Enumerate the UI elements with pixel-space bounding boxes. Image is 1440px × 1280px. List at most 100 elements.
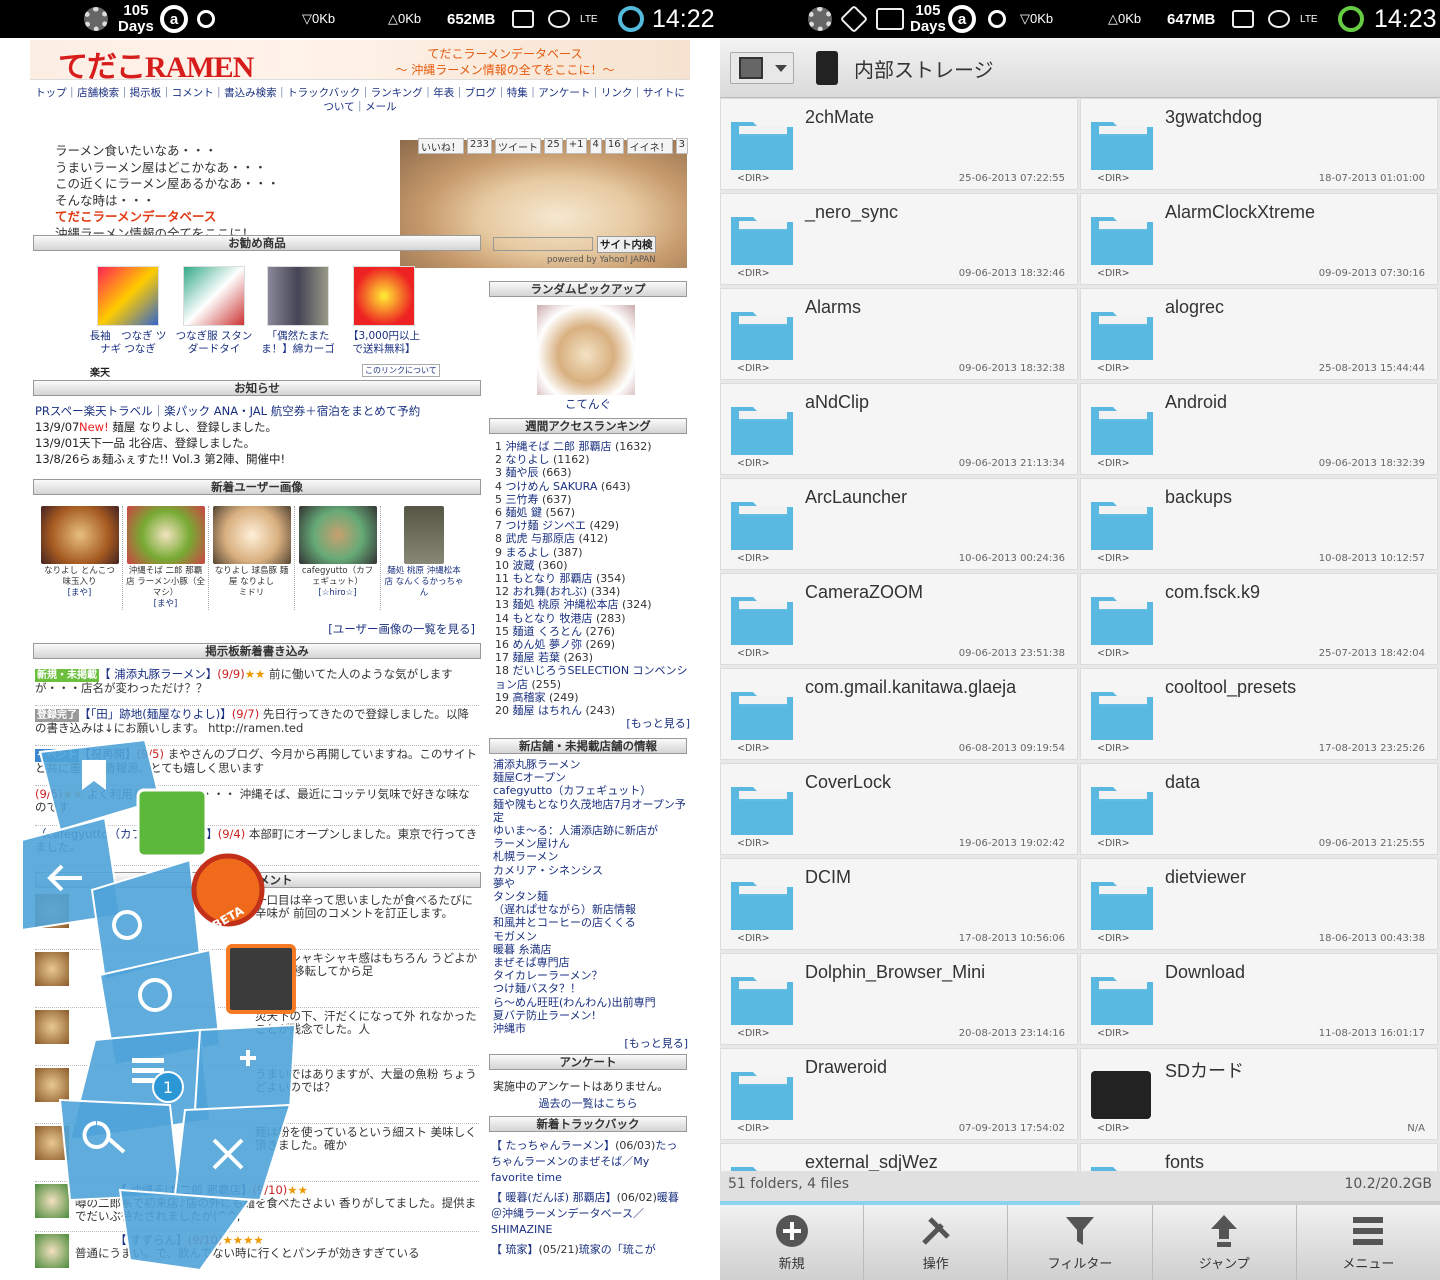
rank-shop-name[interactable]: まるよし — [506, 546, 550, 559]
trackback-item[interactable]: 【 暖暮(だんぼ) 那覇店】(06/02)暖暮＠沖縄ラーメンデータベース／SHI… — [491, 1190, 687, 1238]
folder-item[interactable]: ArcLauncher <DIR> 10-06-2013 00:24:36 — [720, 478, 1078, 570]
evernote-elephant-icon[interactable] — [136, 788, 208, 858]
folder-item[interactable]: data <DIR> 09-06-2013 21:25:55 — [1080, 763, 1438, 855]
trackback-title[interactable]: 【 琉家】 — [491, 1243, 539, 1256]
shop-link[interactable]: 夏バテ防止ラーメン! — [493, 1009, 688, 1022]
social-button[interactable]: いいね！ — [417, 138, 464, 154]
rank-shop-name[interactable]: なりよし — [506, 453, 550, 466]
rank-shop-name[interactable]: だいじろうSELECTION コンベンション店 — [495, 664, 688, 690]
rank-shop-name[interactable]: 麺処 鍵 — [506, 506, 543, 519]
rank-shop-name[interactable]: つけめん SAKURA — [506, 480, 598, 493]
ranking-item[interactable]: 18 だいじろうSELECTION コンベンション店 (255) — [495, 664, 690, 690]
social-button[interactable]: 25 — [544, 138, 563, 154]
shop-link[interactable]: 沖縄市 — [493, 1022, 688, 1035]
ranking-item[interactable]: 9 まるよし (387) — [495, 546, 690, 559]
folder-item[interactable]: SDカード <DIR> N/A — [1080, 1048, 1438, 1140]
folder-item[interactable]: alogrec <DIR> 25-08-2013 15:44:44 — [1080, 288, 1438, 380]
folder-item[interactable]: _nero_sync <DIR> 09-06-2013 18:32:46 — [720, 193, 1078, 285]
affiliate-link[interactable]: このリンクについて — [362, 364, 440, 377]
breadcrumb[interactable]: 内部ストレージ — [816, 50, 994, 86]
folder-item[interactable]: aNdClip <DIR> 09-06-2013 21:13:34 — [720, 383, 1078, 475]
trackback-title[interactable]: 【 暖暮(だんぼ) 那覇店】 — [491, 1191, 617, 1204]
news-item[interactable]: 13/8/26らぁ麺ふぇすた!! Vol.3 第2陣、開催中! — [35, 451, 485, 467]
social-button[interactable]: 16 — [604, 138, 624, 154]
social-button[interactable]: +1 — [565, 138, 587, 154]
product-item[interactable]: つなぎ服 スタンダードタイ — [174, 266, 254, 356]
rank-shop-name[interactable]: つけ麺 ジンベエ — [506, 519, 587, 532]
rank-shop-name[interactable]: 波蔵 — [513, 559, 535, 572]
ranking-item[interactable]: 14 もとなり 牧港店 (283) — [495, 612, 690, 625]
shop-link[interactable]: ら～めん旺旺(わんわん)出前専門 — [493, 996, 688, 1009]
rakuten-logo[interactable]: 楽天 — [90, 364, 110, 379]
random-pick-caption[interactable]: こてんぐ — [489, 396, 687, 412]
ranking-item[interactable]: 5 三竹寿 (637) — [495, 493, 690, 506]
jump-button[interactable]: ジャンプ — [1153, 1205, 1297, 1280]
rank-shop-name[interactable]: 麺処 桃原 沖縄松本店 — [513, 598, 619, 611]
social-button[interactable]: ツイート — [495, 138, 542, 154]
shop-link[interactable]: cafegyutto（カフェギュット） — [493, 784, 688, 797]
rank-shop-name[interactable]: 麺や辰 — [506, 466, 539, 479]
network-app-icon[interactable] — [226, 944, 296, 1014]
rank-shop-name[interactable]: もとなり 那覇店 — [513, 572, 593, 585]
breadcrumb-location[interactable]: 内部ストレージ — [854, 54, 994, 83]
operations-button[interactable]: 操作 — [864, 1205, 1009, 1280]
folder-item[interactable]: cooltool_presets <DIR> 17-08-2013 23:25:26 — [1080, 668, 1438, 760]
social-button[interactable]: 4 — [589, 138, 602, 154]
product-item[interactable]: 【3,000円以上で送料無料】 — [344, 266, 424, 356]
trackback-list[interactable]: 【 たっちゃんラーメン】(06/03)たっちゃんラーメンのまぜそば／My fav… — [491, 1138, 687, 1262]
folder-item[interactable]: DCIM <DIR> 17-08-2013 10:56:06 — [720, 858, 1078, 950]
shop-link[interactable]: 麺屋Cオープン — [493, 771, 688, 784]
pie-add-button[interactable] — [193, 1023, 297, 1111]
rank-shop-name[interactable]: おれ舞(おれぶ) — [513, 585, 588, 598]
site-banner[interactable]: てだこRAMEN てだこラーメンデータベース ～ 沖縄ラーメン情報の全てをここに！… — [30, 40, 690, 84]
ranking-item[interactable]: 4 つけめん SAKURA (643) — [495, 480, 690, 493]
board-post[interactable]: 【 すずらん】(9/10)★★★★普通にうまい。で、飲んでない時に行くとパンチが… — [35, 1232, 479, 1280]
ranking-item[interactable]: 20 麺屋 はちれん (243) — [495, 704, 690, 717]
folder-item[interactable]: backups <DIR> 10-08-2013 10:12:57 — [1080, 478, 1438, 570]
shops-list[interactable]: 浦添丸豚ラーメン 麺屋Cオープン cafegyutto（カフェギュット） 麺や隗もとな… — [493, 758, 688, 1050]
rank-shop-name[interactable]: 麺屋 はちれん — [513, 704, 583, 717]
shop-link[interactable]: 和風丼とコーヒーの店くくる — [493, 916, 688, 929]
social-button[interactable]: 233 — [466, 138, 493, 154]
filter-button[interactable]: フィルター — [1008, 1205, 1153, 1280]
ranking-item[interactable]: 2 なりよし (1162) — [495, 453, 690, 466]
storage-selector-button[interactable] — [730, 52, 794, 84]
user-image[interactable]: 沖縄そば 二郎 那覇店 ラーメン小豚（全マシ） [まや] — [123, 506, 209, 610]
shop-link[interactable]: ゆいま～る：人浦添店跡に新店が — [493, 824, 688, 837]
folder-item[interactable]: AlarmClockXtreme <DIR> 09-09-2013 07:30:16 — [1080, 193, 1438, 285]
user-images-more-link[interactable]: [ユーザー画像の一覧を見る] — [300, 621, 475, 637]
shop-link[interactable]: モガメン — [493, 930, 688, 943]
shop-link[interactable]: タイカレーラーメン？ — [493, 969, 688, 982]
ranking-item[interactable]: 10 波蔵 (360) — [495, 559, 690, 572]
user-image[interactable]: cafegyutto（カフェギュット） [☆hiro☆] — [295, 506, 381, 610]
folder-item[interactable]: 3gwatchdog <DIR> 18-07-2013 01:01:00 — [1080, 98, 1438, 190]
user-image-grid[interactable]: なりよし とんこつ味玉入り [まや] 沖縄そば 二郎 那覇店 ラーメン小豚（全マシ… — [37, 506, 477, 610]
shops-more-link[interactable]: [もっと見る] — [493, 1037, 688, 1050]
user-image[interactable]: なりよし とんこつ味玉入り [まや] — [37, 506, 123, 610]
user-image[interactable]: 麺処 桃原 沖縄松本店 なんくるかっちゃん — [381, 506, 467, 610]
shop-link[interactable]: （遅れぱせながら）新店情報 — [493, 903, 688, 916]
news-item[interactable]: 13/9/07New! 麺屋 なりよし、登録しました。 — [35, 419, 485, 435]
site-nav[interactable]: トップ｜店舗検索｜掲示板｜コメント｜書込み検索｜トラックバック｜ランキング｜年表… — [30, 86, 690, 114]
ranking-item[interactable]: 17 麺屋 若葉 (263) — [495, 651, 690, 664]
folder-item[interactable]: 2chMate <DIR> 25-06-2013 07:22:55 — [720, 98, 1078, 190]
survey-archive-link[interactable]: 過去の一覧はこちら — [489, 1095, 687, 1111]
random-pick-image[interactable] — [537, 305, 635, 395]
trackback-item[interactable]: 【 琉家】(05/21)琉家の「琉こが — [491, 1242, 687, 1258]
social-button[interactable]: イイネ！ — [626, 138, 673, 154]
rank-shop-name[interactable]: 三竹寿 — [506, 493, 539, 506]
folder-item[interactable]: Alarms <DIR> 09-06-2013 18:32:38 — [720, 288, 1078, 380]
rank-shop-name[interactable]: めん処 夢ノ弥 — [513, 638, 583, 651]
news-item[interactable]: 13/9/01天下一品 北谷店、登録しました。 — [35, 435, 485, 451]
rank-shop-name[interactable]: 高稽家 — [513, 691, 546, 704]
ranking-item[interactable]: 16 めん処 夢ノ弥 (269) — [495, 638, 690, 651]
folder-item[interactable]: CoverLock <DIR> 19-06-2013 19:02:42 — [720, 763, 1078, 855]
ranking-item[interactable]: 11 もとなり 那覇店 (354) — [495, 572, 690, 585]
folder-item[interactable]: Dolphin_Browser_Mini <DIR> 20-08-2013 23:1… — [720, 953, 1078, 1045]
ranking-item[interactable]: 12 おれ舞(おれぶ) (334) — [495, 585, 690, 598]
rank-shop-name[interactable]: 麺道 くろとん — [513, 625, 583, 638]
product-item[interactable]: 長袖 つなぎ ツナギ つなぎ — [88, 266, 168, 356]
shop-link[interactable]: カメリア・シネンシス — [493, 864, 688, 877]
post-title[interactable]: 【「田」跡地(麺屋なりよし)】 — [79, 707, 232, 721]
folder-item[interactable]: com.fsck.k9 <DIR> 25-07-2013 18:42:04 — [1080, 573, 1438, 665]
